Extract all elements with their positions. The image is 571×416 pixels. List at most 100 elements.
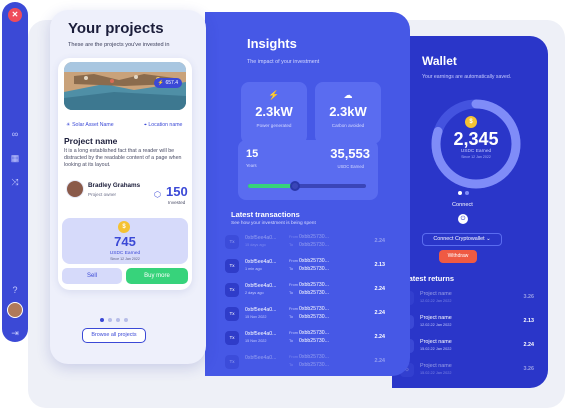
latest-returns-title: Latest returns [404, 274, 455, 283]
from-address: 0xbb25730... [299, 234, 329, 240]
to-address: 0xbb25730... [299, 242, 329, 248]
transaction-row[interactable]: Tx 0xbf5ee4a0... 15 Nov 2022 From 0xbb25… [225, 304, 385, 324]
asset-tag: ☀ Solar Asset Name [66, 122, 114, 128]
to-label: To [289, 339, 294, 343]
carbon-value: 2.3kW [329, 104, 367, 119]
transaction-icon: Tx [225, 283, 239, 297]
carbon-label: Carbon avoided [331, 123, 365, 128]
return-name: Project name [420, 291, 452, 297]
latest-transactions-title: Latest transactions [231, 210, 300, 219]
transaction-row[interactable]: Tx 0xbf5ee4a0... From 0xbb25730... To 0x… [225, 352, 385, 372]
from-label: From [289, 283, 298, 287]
years-card: 15 Years 35,553 USDC Earned [238, 140, 378, 200]
browse-all-projects-button[interactable]: Browse all projects [82, 328, 146, 343]
carousel-dot[interactable] [458, 191, 462, 195]
invested-label: Invested [168, 200, 186, 205]
grid-icon[interactable]: ▦ [9, 152, 21, 164]
wallet-subtitle: Your earnings are automatically saved. [422, 74, 512, 80]
return-amount: 2.24 [523, 342, 535, 348]
carousel-dot[interactable] [100, 318, 104, 322]
dashboard: ✕ ∞ ▦ ⤨ ? ⇥ Wallet Your earnings are aut… [0, 0, 571, 416]
withdraw-button[interactable]: Withdraw [439, 250, 477, 263]
projects-panel: Your projects These are the projects you… [50, 10, 206, 364]
projects-subtitle: These are the projects you've invested i… [68, 42, 170, 48]
cloud-off-icon: ☁ [343, 90, 353, 100]
wallet-balance-since: Since 12 Jan 2022 [461, 155, 491, 159]
buy-more-button[interactable]: Buy more [126, 268, 188, 284]
cube-icon: ⬡ [154, 190, 161, 199]
usdc-earned-value: 35,553 [330, 146, 370, 161]
to-label: To [289, 315, 294, 319]
connect-cryptowallet-button[interactable]: Connect Cryptowallet ⌄ [422, 233, 502, 246]
plug-icon[interactable]: ⏻ [458, 214, 468, 224]
return-row[interactable]: ⇄ Project name 12.02.22 Jan 2022 2.13 [400, 312, 536, 334]
owner-name: Bradley Grahams [88, 182, 141, 189]
project-image[interactable]: ⚡ 657.4 [64, 62, 186, 110]
image-badge: ⚡ 657.4 [153, 78, 182, 88]
wallet-balance: 2,345 [453, 129, 499, 149]
transaction-icon: Tx [225, 307, 239, 321]
return-amount: 3.26 [523, 366, 535, 372]
link-icon[interactable]: ∞ [9, 128, 21, 140]
to-label: To [289, 267, 294, 271]
return-row[interactable]: ▤ Project name 12.02.22 Jan 2022 3.26 [400, 288, 536, 310]
transaction-hash: 0xbf5ee4a0... [245, 355, 277, 361]
insights-panel: Insights The impact of your investment ⚡… [205, 12, 410, 376]
from-label: From [289, 307, 298, 311]
sell-button[interactable]: Sell [62, 268, 122, 284]
lightning-icon: ⚡ [268, 90, 280, 100]
shuffle-icon[interactable]: ⤨ [9, 176, 21, 188]
transaction-row[interactable]: Tx 0xbf5ee4a0... 2 days ago From 0xbb257… [225, 280, 385, 300]
latest-transactions-subtitle: See how your investment is being spent [231, 221, 316, 226]
to-address: 0xbb25730... [299, 290, 329, 296]
transaction-icon: Tx [225, 235, 239, 249]
from-address: 0xbb25730... [299, 354, 329, 360]
transaction-time: 1 min ago [245, 267, 262, 271]
help-icon[interactable]: ? [9, 284, 21, 296]
power-value: 2.3kW [255, 104, 293, 119]
return-date: 12.02.22 Jan 2022 [420, 323, 452, 327]
return-date: 15.02.22 Jan 2022 [420, 347, 452, 351]
slider-handle[interactable] [290, 181, 301, 191]
transaction-icon: Tx [225, 355, 239, 369]
to-label: To [289, 291, 294, 295]
power-label: Power generated [256, 123, 292, 128]
transaction-row[interactable]: Tx 0xbf5ee4a0... 1 min ago From 0xbb2573… [225, 256, 385, 276]
transaction-amount: 2.24 [374, 238, 386, 244]
transaction-hash: 0xbf5ee4a0... [245, 235, 277, 241]
carousel-dot[interactable] [124, 318, 128, 322]
from-label: From [289, 259, 298, 263]
slider-fill [248, 184, 296, 188]
transaction-icon: Tx [225, 331, 239, 345]
return-row[interactable]: ☼ Project name 15.02.22 Jan 2022 3.26 [400, 360, 536, 382]
progress-slider[interactable] [248, 181, 366, 191]
transaction-row[interactable]: Tx 0xbf5ee4a0... 15 Nov 2022 From 0xbb25… [225, 328, 385, 348]
return-amount: 2.13 [523, 318, 535, 324]
avatar[interactable] [7, 302, 23, 318]
return-date: 15.02.22 Jan 2022 [420, 371, 452, 375]
transaction-hash: 0xbf5ee4a0... [245, 331, 277, 337]
insights-subtitle: The impact of your investment [247, 59, 320, 65]
transaction-row[interactable]: Tx 0xbf5ee4a0... 15 days ago From 0xbb25… [225, 232, 385, 252]
return-row[interactable]: ☼ Project name 15.02.22 Jan 2022 2.24 [400, 336, 536, 358]
transaction-amount: 2.24 [374, 286, 386, 292]
carousel-dots [100, 318, 150, 324]
carousel-dot[interactable] [116, 318, 120, 322]
coin-icon: $ [465, 116, 477, 128]
to-address: 0xbb25730... [299, 338, 329, 344]
usdc-earned-label: USDC Earned [337, 164, 364, 169]
to-address: 0xbb25730... [299, 362, 329, 368]
to-address: 0xbb25730... [299, 314, 329, 320]
carousel-dot[interactable] [108, 318, 112, 322]
project-description: It is a long established fact that a rea… [64, 148, 182, 168]
logo-icon[interactable]: ✕ [8, 8, 22, 22]
transaction-time: 2 days ago [245, 291, 264, 295]
coin-icon: $ [118, 221, 130, 233]
to-label: To [289, 243, 294, 247]
logout-icon[interactable]: ⇥ [9, 327, 21, 339]
transaction-time: 15 Nov 2022 [245, 315, 267, 319]
from-label: From [289, 355, 298, 359]
carousel-dot[interactable] [465, 191, 469, 195]
owner-role: Project owner [88, 192, 117, 197]
transaction-amount: 2.24 [374, 334, 386, 340]
